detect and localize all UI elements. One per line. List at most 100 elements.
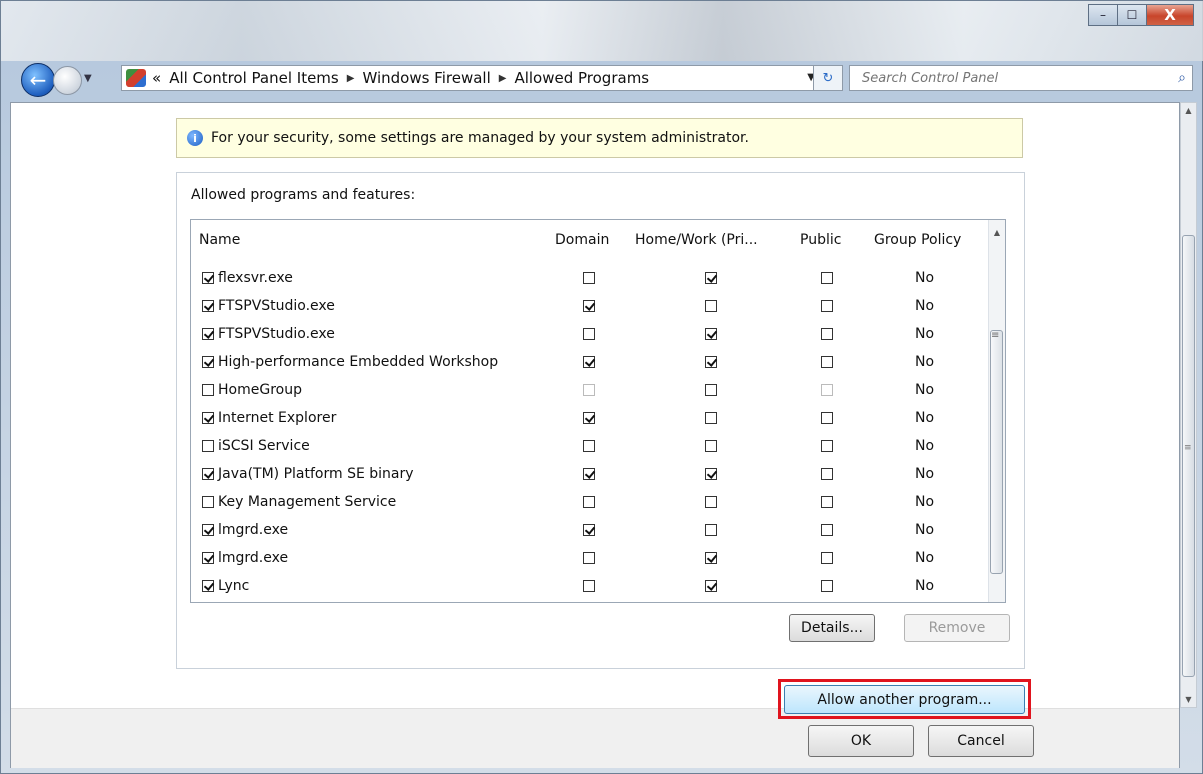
program-enabled-checkbox[interactable] — [202, 580, 214, 592]
program-enabled-checkbox[interactable] — [202, 328, 214, 340]
program-enabled-checkbox[interactable] — [202, 412, 214, 424]
table-row[interactable]: High-performance Embedded Workshop No — [191, 348, 988, 376]
public-checkbox[interactable] — [821, 328, 833, 340]
home-work-cell — [705, 544, 717, 572]
breadcrumb-item-windows-firewall[interactable]: Windows Firewall — [362, 69, 490, 87]
table-row[interactable]: FTSPVStudio.exe No — [191, 292, 988, 320]
back-button[interactable]: ← — [21, 63, 55, 97]
domain-checkbox[interactable] — [583, 580, 595, 592]
home-work-checkbox[interactable] — [705, 272, 717, 284]
program-enabled-checkbox[interactable] — [202, 524, 214, 536]
program-enabled-checkbox[interactable] — [202, 300, 214, 312]
domain-checkbox[interactable] — [583, 496, 595, 508]
programs-list[interactable]: Name Domain Home/Work (Pri... Public Gro… — [190, 219, 1006, 603]
table-row[interactable]: HomeGroup No — [191, 376, 988, 404]
breadcrumb-item-all-control-panel-items[interactable]: All Control Panel Items — [169, 69, 339, 87]
table-row[interactable]: Lync No — [191, 572, 988, 600]
public-checkbox[interactable] — [821, 552, 833, 564]
program-enabled-checkbox[interactable] — [202, 440, 214, 452]
domain-checkbox[interactable] — [583, 440, 595, 452]
breadcrumb-arrow-icon[interactable]: ▶ — [347, 73, 355, 84]
maximize-button[interactable]: ☐ — [1117, 4, 1147, 26]
home-work-checkbox[interactable] — [705, 468, 717, 480]
public-checkbox[interactable] — [821, 412, 833, 424]
scroll-up-icon[interactable]: ▲ — [1181, 103, 1196, 118]
page-scrollbar[interactable]: ▲ ≡ ▼ — [1180, 102, 1197, 708]
history-dropdown-icon[interactable]: ▼ — [84, 73, 92, 84]
public-cell — [821, 376, 833, 404]
domain-checkbox[interactable] — [583, 412, 595, 424]
domain-checkbox[interactable] — [583, 272, 595, 284]
public-checkbox[interactable] — [821, 440, 833, 452]
domain-checkbox[interactable] — [583, 468, 595, 480]
domain-checkbox[interactable] — [583, 384, 595, 396]
home-work-cell — [705, 292, 717, 320]
table-row[interactable]: Internet Explorer No — [191, 404, 988, 432]
forward-button[interactable] — [53, 66, 82, 95]
domain-checkbox[interactable] — [583, 328, 595, 340]
breadcrumb-arrow-icon[interactable]: ▶ — [499, 73, 507, 84]
column-header-public[interactable]: Public — [800, 220, 856, 260]
scrollbar-thumb[interactable] — [1182, 235, 1195, 677]
public-checkbox[interactable] — [821, 524, 833, 536]
scroll-down-icon[interactable]: ▼ — [1181, 692, 1196, 707]
public-checkbox[interactable] — [821, 580, 833, 592]
breadcrumb-item-allowed-programs[interactable]: Allowed Programs — [514, 69, 649, 87]
program-enabled-checkbox[interactable] — [202, 496, 214, 508]
column-header-group-policy[interactable]: Group Policy — [874, 220, 980, 260]
home-work-checkbox[interactable] — [705, 384, 717, 396]
program-enabled-checkbox[interactable] — [202, 272, 214, 284]
list-scrollbar[interactable]: ▲ ≡ — [988, 220, 1005, 602]
ok-button[interactable]: OK — [808, 725, 914, 757]
home-work-checkbox[interactable] — [705, 552, 717, 564]
cancel-button[interactable]: Cancel — [928, 725, 1034, 757]
minimize-button[interactable]: – — [1088, 4, 1118, 26]
public-checkbox[interactable] — [821, 300, 833, 312]
table-row[interactable]: Java(TM) Platform SE binary No — [191, 460, 988, 488]
table-row[interactable]: lmgrd.exe No — [191, 516, 988, 544]
home-work-checkbox[interactable] — [705, 300, 717, 312]
program-enabled-checkbox[interactable] — [202, 468, 214, 480]
program-enabled-checkbox[interactable] — [202, 384, 214, 396]
table-row[interactable]: FTSPVStudio.exe No — [191, 320, 988, 348]
public-checkbox[interactable] — [821, 384, 833, 396]
refresh-button[interactable]: ↻ — [813, 65, 843, 91]
column-header-home-work[interactable]: Home/Work (Pri... — [635, 220, 785, 260]
home-work-checkbox[interactable] — [705, 356, 717, 368]
domain-checkbox[interactable] — [583, 524, 595, 536]
column-header-name[interactable]: Name — [199, 220, 529, 260]
domain-checkbox[interactable] — [583, 300, 595, 312]
column-header-domain[interactable]: Domain — [555, 220, 621, 260]
home-work-checkbox[interactable] — [705, 412, 717, 424]
group-policy-value: No — [915, 438, 935, 454]
search-box[interactable]: ⌕ — [849, 65, 1193, 91]
public-checkbox[interactable] — [821, 356, 833, 368]
table-row[interactable]: iSCSI Service No — [191, 432, 988, 460]
home-work-checkbox[interactable] — [705, 524, 717, 536]
scrollbar-thumb[interactable] — [990, 330, 1003, 574]
program-enabled-checkbox[interactable] — [202, 552, 214, 564]
domain-checkbox[interactable] — [583, 356, 595, 368]
navigation-bar: ← ▼ « All Control Panel Items ▶ Windows … — [13, 61, 1193, 97]
public-checkbox[interactable] — [821, 496, 833, 508]
home-work-checkbox[interactable] — [705, 580, 717, 592]
breadcrumb-overflow-icon[interactable]: « — [152, 69, 161, 87]
home-work-checkbox[interactable] — [705, 496, 717, 508]
address-bar[interactable]: « All Control Panel Items ▶ Windows Fire… — [121, 65, 826, 91]
home-work-checkbox[interactable] — [705, 440, 717, 452]
table-row[interactable]: flexsvr.exe No — [191, 264, 988, 292]
remove-button[interactable]: Remove — [904, 614, 1010, 642]
table-row[interactable]: lmgrd.exe No — [191, 544, 988, 572]
close-button[interactable]: X — [1146, 4, 1194, 26]
domain-checkbox[interactable] — [583, 552, 595, 564]
home-work-checkbox[interactable] — [705, 328, 717, 340]
domain-cell — [583, 572, 595, 600]
scroll-up-icon[interactable]: ▲ — [989, 224, 1005, 240]
search-input[interactable] — [850, 69, 1172, 87]
program-enabled-checkbox[interactable] — [202, 356, 214, 368]
public-checkbox[interactable] — [821, 468, 833, 480]
search-icon[interactable]: ⌕ — [1172, 70, 1192, 86]
public-checkbox[interactable] — [821, 272, 833, 284]
details-button[interactable]: Details... — [789, 614, 875, 642]
table-row[interactable]: Key Management Service No — [191, 488, 988, 516]
